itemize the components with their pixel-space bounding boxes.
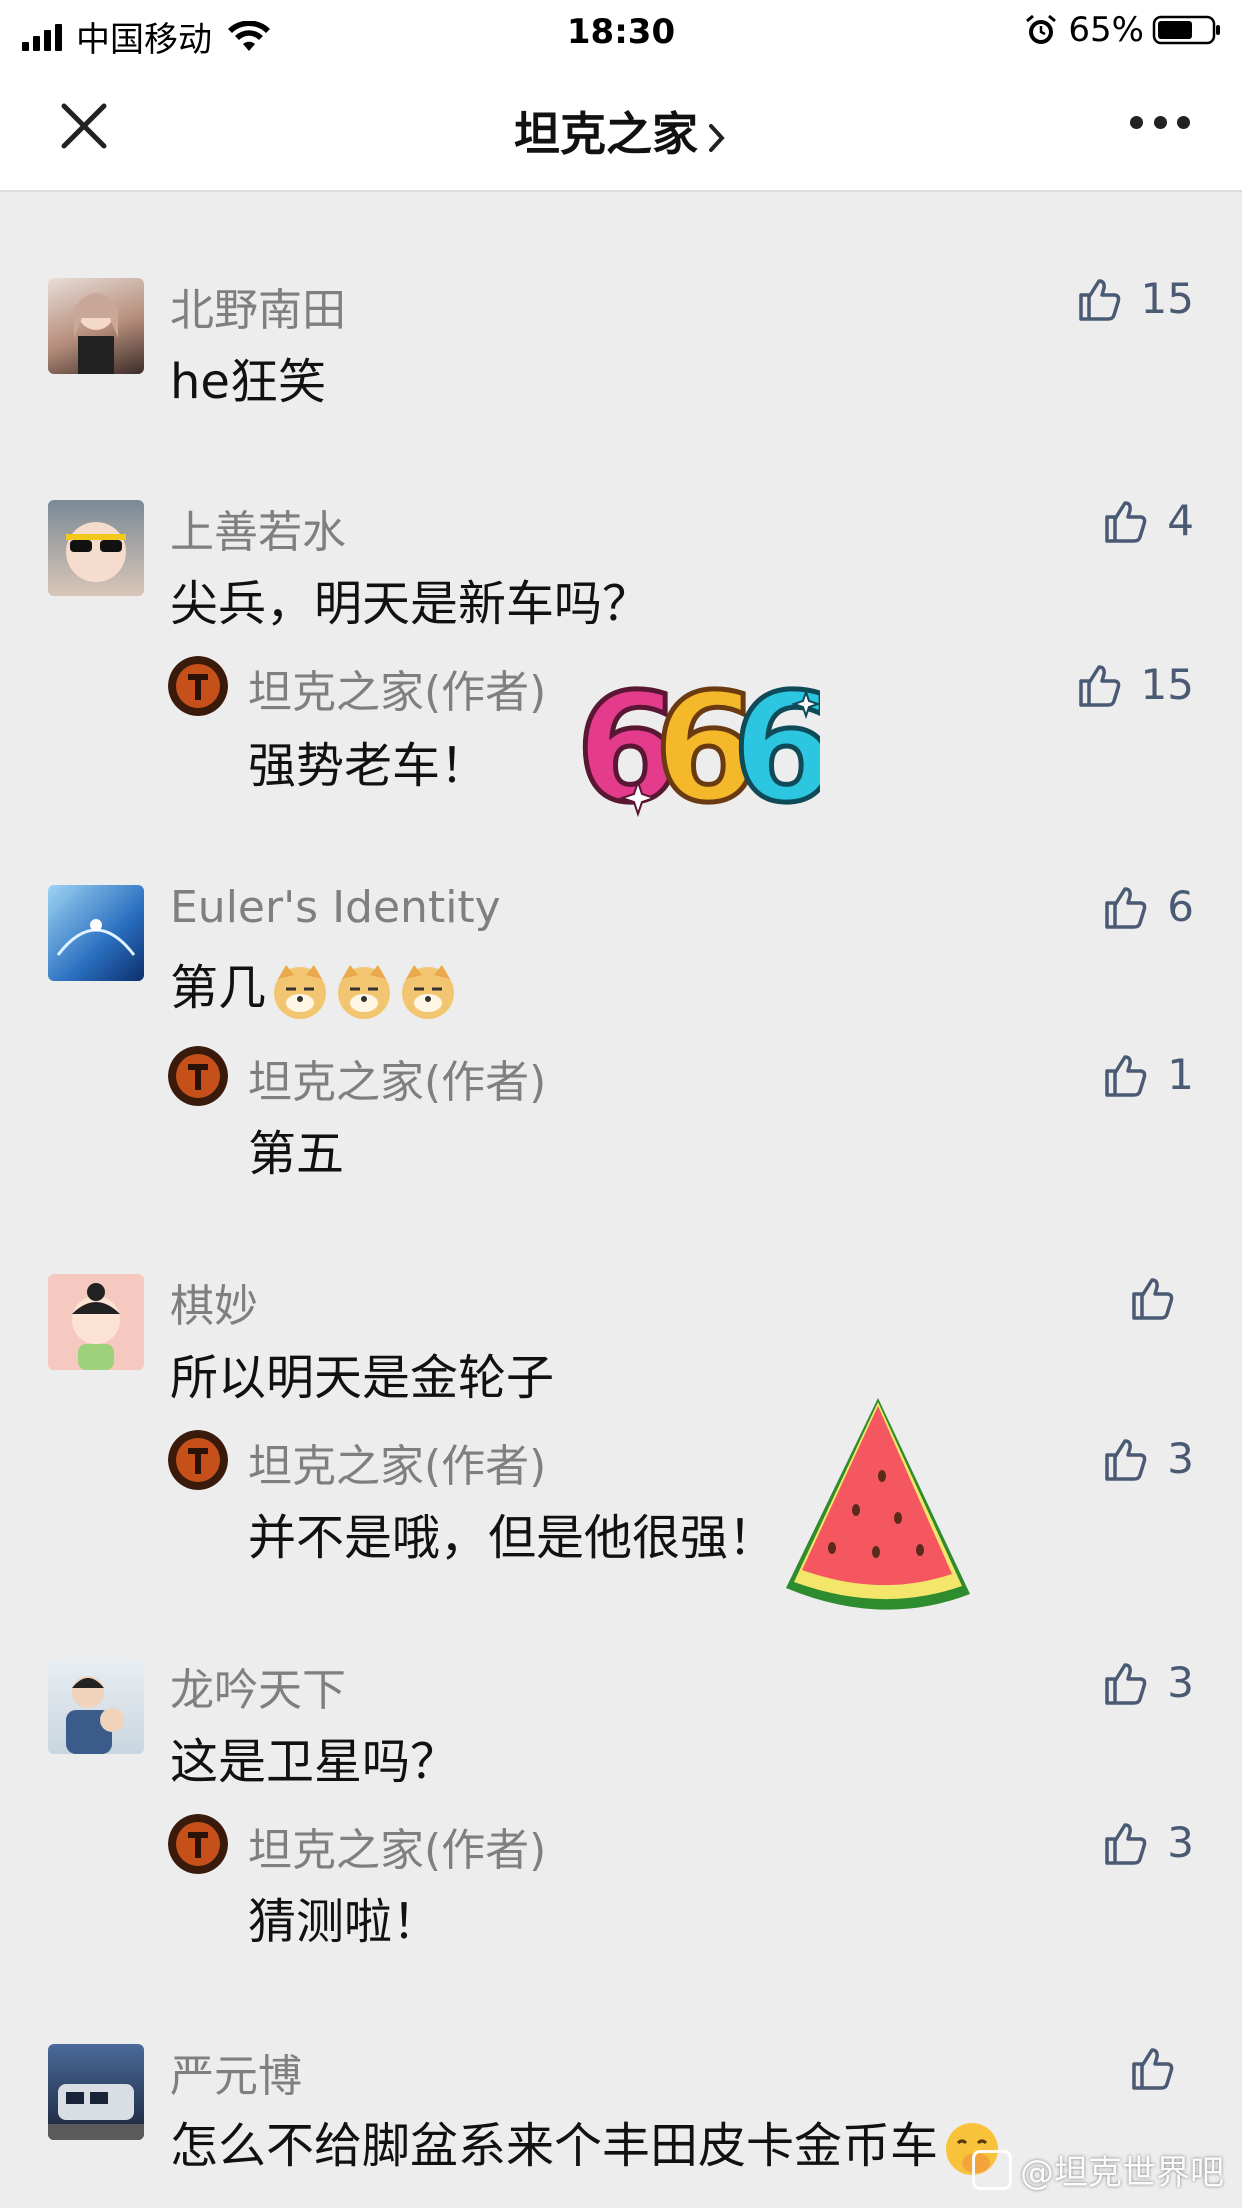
like-button[interactable]: 1 [1101, 1050, 1194, 1099]
doge-emoji-icon [274, 965, 327, 1019]
watermark-text: @坦克世界吧 [1020, 2153, 1224, 2193]
thumbs-up-icon [1078, 664, 1120, 707]
avatar[interactable] [48, 1274, 144, 1370]
like-button[interactable] [1128, 1274, 1194, 1322]
reply-author[interactable]: 坦克之家(作者) [248, 656, 546, 720]
comment-text-value: 怎么不给脚盆系来个丰田皮卡金币车 [170, 2118, 939, 2174]
comment-author[interactable]: 北野南田 [170, 274, 346, 338]
battery-percent: 65% [1068, 10, 1144, 50]
avatar[interactable] [48, 2044, 144, 2140]
comment-author[interactable]: 棋妙 [170, 1270, 258, 1334]
status-bar: 中国移动 18:30 65% [0, 0, 1242, 62]
like-count: 15 [1140, 660, 1194, 709]
like-button[interactable] [1128, 2044, 1194, 2092]
page-title-text: 坦克之家 [514, 107, 698, 161]
doge-emoji-icon [338, 965, 391, 1019]
avatar[interactable] [48, 885, 144, 981]
like-count: 3 [1167, 1818, 1194, 1867]
doge-emoji-icon [402, 965, 455, 1019]
reply-text: 并不是哦，但是他很强！ [248, 1510, 777, 1566]
like-button[interactable]: 15 [1075, 660, 1194, 709]
reply-author[interactable]: 坦克之家(作者) [248, 1046, 546, 1110]
comment-text: 第几 [170, 948, 458, 1021]
author-avatar[interactable] [168, 1430, 228, 1490]
author-avatar[interactable] [168, 656, 228, 716]
comment-text: 尖兵，明天是新车吗？ [170, 576, 651, 632]
thumbs-up-icon [1105, 1822, 1147, 1865]
like-button[interactable]: 3 [1101, 1434, 1194, 1483]
comment-text: he狂笑 [170, 354, 326, 410]
comment-text-value: 第几 [170, 960, 267, 1016]
avatar[interactable] [48, 278, 144, 374]
watermark: @坦克世界吧 [972, 2145, 1224, 2194]
tieba-logo-icon [972, 2149, 1012, 2190]
comment-text: 这是卫星吗？ [170, 1734, 459, 1790]
thumbs-up-icon [1132, 2048, 1174, 2090]
thumbs-up-icon [1078, 278, 1120, 321]
comment-author[interactable]: Euler's Identity [170, 882, 501, 933]
thumbs-up-icon [1105, 500, 1147, 543]
like-button[interactable]: 4 [1101, 496, 1194, 545]
thumbs-up-icon [1105, 1662, 1147, 1705]
comment-list: 北野南田 he狂笑 15 上善若水 尖兵，明天是新车吗？ 4 坦克之家(作者) … [0, 192, 1242, 2208]
status-right: 65% [1024, 10, 1222, 50]
thumbs-up-icon [1105, 886, 1147, 929]
avatar[interactable] [48, 500, 144, 596]
like-button[interactable]: 3 [1101, 1658, 1194, 1707]
like-button[interactable]: 6 [1101, 882, 1194, 931]
like-button[interactable]: 3 [1101, 1818, 1194, 1867]
more-icon[interactable] [1130, 116, 1190, 136]
comment-author[interactable]: 严元博 [170, 2040, 302, 2104]
like-count: 3 [1167, 1658, 1194, 1707]
author-avatar[interactable] [168, 1814, 228, 1874]
avatar[interactable] [48, 1658, 144, 1754]
chevron-right-icon [709, 123, 725, 152]
comment-author[interactable]: 上善若水 [170, 496, 346, 560]
reply-author[interactable]: 坦克之家(作者) [248, 1814, 546, 1878]
battery-icon [1152, 15, 1220, 45]
like-button[interactable]: 15 [1075, 274, 1194, 323]
like-count: 4 [1167, 496, 1194, 545]
comment-author[interactable]: 龙吟天下 [170, 1654, 346, 1718]
author-avatar[interactable] [168, 1046, 228, 1106]
reply-text: 猜测啦！ [248, 1894, 441, 1950]
reply-text: 第五 [248, 1126, 345, 1182]
like-count: 3 [1167, 1434, 1194, 1483]
reply-text: 强势老车！ [248, 738, 489, 794]
sticker-666-icon: 6 6 6 [574, 672, 820, 839]
thumbs-up-icon [1132, 1278, 1174, 1320]
nav-bar: 坦克之家 [0, 62, 1242, 192]
watermelon-sticker-icon [786, 1398, 970, 1610]
like-count: 15 [1140, 274, 1194, 323]
page-title[interactable]: 坦克之家 [0, 98, 1242, 164]
comment-text: 所以明天是金轮子 [170, 1350, 555, 1406]
thumbs-up-icon [1105, 1438, 1147, 1481]
reply-author[interactable]: 坦克之家(作者) [248, 1430, 546, 1494]
alarm-icon [1026, 14, 1057, 44]
like-count: 6 [1167, 882, 1194, 931]
comment-text: 怎么不给脚盆系来个丰田皮卡金币车 [170, 2106, 1002, 2179]
thumbs-up-icon [1105, 1054, 1147, 1097]
like-count: 1 [1167, 1050, 1194, 1099]
